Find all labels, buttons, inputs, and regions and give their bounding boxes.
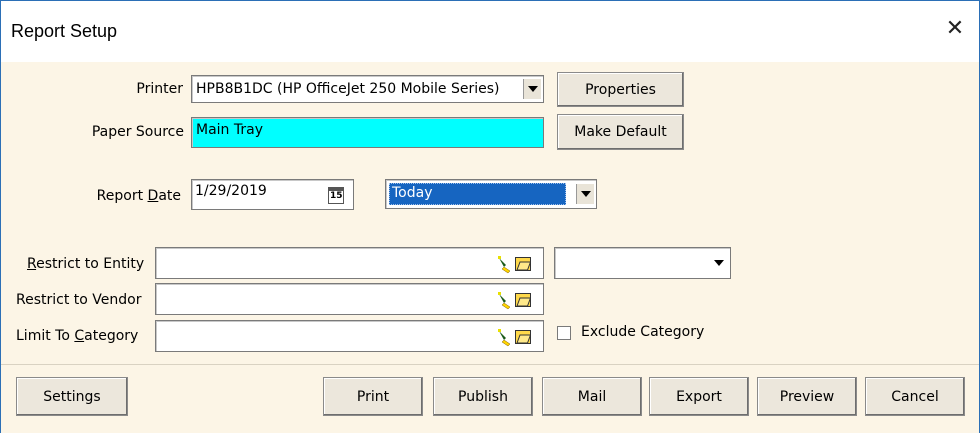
date-range-value: Today <box>392 185 433 201</box>
printer-select-value: HPB8B1DC (HP OfficeJet 250 Mobile Series… <box>196 81 500 97</box>
limit-category-label-prefix: Limit To <box>16 328 75 344</box>
report-date-label-prefix: Report <box>96 188 148 204</box>
make-default-button-label: Make Default <box>574 124 667 140</box>
properties-button-label: Properties <box>585 82 656 98</box>
report-date-label-accel: D <box>147 188 159 204</box>
print-button[interactable]: Print <box>323 377 423 416</box>
mail-button[interactable]: Mail <box>542 377 642 416</box>
pen-icon[interactable] <box>497 327 513 347</box>
entity-lookup-icons <box>497 254 533 274</box>
restrict-entity-label-suffix: estrict to Entity <box>36 256 145 272</box>
restrict-vendor-field[interactable] <box>155 283 544 315</box>
preview-button[interactable]: Preview <box>757 377 857 416</box>
exclude-category-label[interactable]: Exclude Category <box>581 324 704 340</box>
window-title: Report Setup <box>11 21 118 41</box>
category-lookup-icons <box>497 327 533 347</box>
date-range-select[interactable]: Today <box>385 179 597 209</box>
chevron-down-icon[interactable] <box>710 253 728 273</box>
restrict-entity-label: Restrict to Entity <box>27 256 144 272</box>
preview-button-label: Preview <box>779 389 835 405</box>
folder-open-icon[interactable] <box>515 327 531 347</box>
cancel-button-label: Cancel <box>891 389 939 405</box>
folder-open-icon[interactable] <box>515 254 531 274</box>
report-setup-window: Report Setup ✕ Printer HPB8B1DC (HP Offi… <box>0 0 980 433</box>
properties-button[interactable]: Properties <box>557 72 684 107</box>
print-button-label: Print <box>356 389 390 405</box>
paper-source-value: Main Tray <box>196 122 263 138</box>
title-bar: Report Setup ✕ <box>1 1 979 62</box>
limit-category-label-suffix: ategory <box>84 328 139 344</box>
paper-source-field[interactable]: Main Tray <box>191 117 544 148</box>
entity-dropdown[interactable] <box>554 247 731 279</box>
folder-open-icon[interactable] <box>515 290 531 310</box>
calendar-icon[interactable]: 15 <box>328 187 344 204</box>
report-date-value: 1/29/2019 <box>195 183 267 199</box>
pen-icon[interactable] <box>497 254 513 274</box>
chevron-down-icon[interactable] <box>523 79 541 99</box>
mail-button-label: Mail <box>577 389 607 405</box>
report-date-label: Report Date <box>81 188 181 204</box>
form-area: Printer HPB8B1DC (HP OfficeJet 250 Mobil… <box>1 62 979 364</box>
vendor-lookup-icons <box>497 290 533 310</box>
printer-select[interactable]: HPB8B1DC (HP OfficeJet 250 Mobile Series… <box>191 75 544 103</box>
exclude-category-checkbox[interactable] <box>557 326 571 340</box>
pen-icon[interactable] <box>497 290 513 310</box>
export-button-label: Export <box>676 389 722 405</box>
restrict-entity-label-accel: R <box>27 256 37 272</box>
paper-source-label: Paper Source <box>91 124 184 140</box>
limit-category-field[interactable] <box>155 320 544 352</box>
settings-button[interactable]: Settings <box>16 377 128 416</box>
make-default-button[interactable]: Make Default <box>557 114 684 150</box>
restrict-entity-field[interactable] <box>155 247 544 279</box>
printer-label: Printer <box>136 81 183 97</box>
publish-button-label: Publish <box>458 389 508 405</box>
chevron-down-icon[interactable] <box>576 184 594 204</box>
limit-category-label: Limit To Category <box>16 328 138 344</box>
report-date-field[interactable]: 1/29/2019 15 <box>191 179 354 210</box>
settings-button-label: Settings <box>43 389 101 405</box>
publish-button[interactable]: Publish <box>433 377 533 416</box>
limit-category-label-accel: C <box>74 328 85 344</box>
calendar-day: 15 <box>330 191 343 201</box>
export-button[interactable]: Export <box>649 377 749 416</box>
cancel-button[interactable]: Cancel <box>865 377 965 416</box>
report-date-label-suffix: ate <box>158 188 181 204</box>
close-icon[interactable]: ✕ <box>943 15 967 43</box>
button-bar: Settings Print Publish Mail Export Previ… <box>1 364 979 433</box>
restrict-vendor-label: Restrict to Vendor <box>16 292 142 308</box>
